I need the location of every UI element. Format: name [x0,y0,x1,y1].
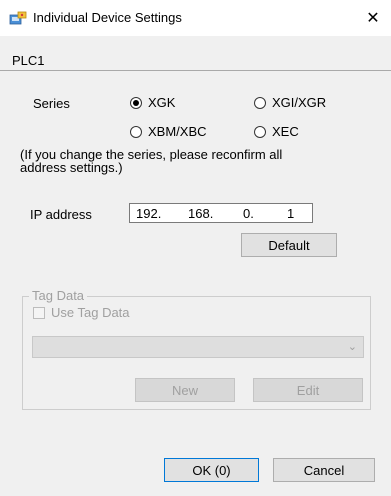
cancel-button[interactable]: Cancel [273,458,375,482]
radio-xgk-label: XGK [148,95,176,110]
radio-empty-icon [130,125,142,138]
ip-address-field[interactable]: 192. 168. 0. 1 [129,203,313,223]
radio-xgi-xgr[interactable]: XGI/XGR [254,95,326,110]
use-tag-data-label: Use Tag Data [51,305,130,320]
close-button[interactable]: ✕ [355,0,391,36]
new-button[interactable]: New [135,378,235,402]
edit-button[interactable]: Edit [253,378,363,402]
default-button[interactable]: Default [241,233,337,257]
device-name: PLC1 [12,53,45,68]
series-note-line2: address settings.) [20,160,123,175]
tag-data-dropdown[interactable]: ⌄ [32,336,364,358]
device-header [0,36,391,71]
close-icon: ✕ [366,10,380,27]
series-label: Series [33,96,70,111]
radio-xec[interactable]: XEC [254,124,299,139]
use-tag-data-checkbox[interactable]: Use Tag Data [33,305,130,320]
window-title: Individual Device Settings [33,10,182,25]
ip-address-label: IP address [30,207,92,222]
title-bar: Individual Device Settings ✕ [0,0,391,36]
radio-xec-label: XEC [272,124,299,139]
tag-data-group-label: Tag Data [29,288,88,303]
ip-octet-1[interactable]: 192. [136,206,161,221]
radio-empty-icon [254,96,266,109]
chevron-down-icon: ⌄ [347,341,357,353]
radio-xgk[interactable]: XGK [130,95,175,110]
ok-button[interactable]: OK (0) [164,458,259,482]
radio-xbm-xbc[interactable]: XBM/XBC [130,124,207,139]
radio-xbm-xbc-label: XBM/XBC [148,124,207,139]
ip-octet-4[interactable]: 1 [287,206,294,221]
ip-octet-2[interactable]: 168. [188,206,213,221]
radio-selected-icon [130,96,142,109]
radio-xgi-xgr-label: XGI/XGR [272,95,327,110]
device-settings-icon [9,10,27,26]
ip-octet-3[interactable]: 0. [243,206,254,221]
series-note: (If you change the series, please reconf… [20,148,282,174]
radio-empty-icon [254,125,266,138]
checkbox-unchecked-icon [33,306,45,319]
